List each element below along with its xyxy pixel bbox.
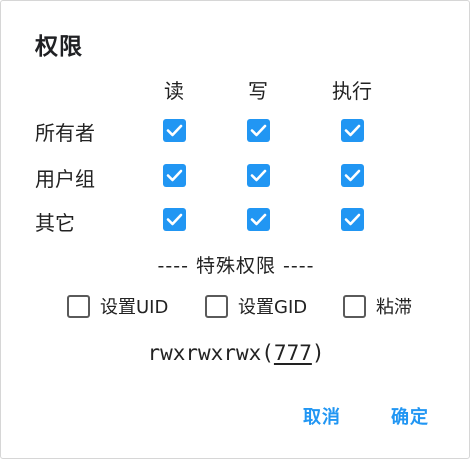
- owner-execute-checkbox[interactable]: [341, 119, 364, 142]
- owner-read-checkbox[interactable]: [163, 119, 186, 142]
- check-icon: [344, 169, 361, 182]
- setgid-label: 设置GID: [238, 297, 308, 318]
- check-icon: [166, 169, 183, 182]
- row-label-owner: 所有者: [35, 121, 95, 145]
- owner-write-checkbox[interactable]: [247, 119, 270, 142]
- row-label-others: 其它: [35, 211, 75, 235]
- setuid-option[interactable]: 设置UID: [67, 293, 168, 319]
- confirm-button[interactable]: 确定: [391, 403, 429, 429]
- others-write-checkbox[interactable]: [247, 208, 270, 231]
- group-write-checkbox[interactable]: [247, 164, 270, 187]
- sticky-option[interactable]: 粘滞: [343, 293, 412, 319]
- check-icon: [250, 169, 267, 182]
- group-execute-checkbox[interactable]: [341, 164, 364, 187]
- others-read-checkbox[interactable]: [163, 208, 186, 231]
- mode-string: rwxrwxrwx: [147, 341, 262, 365]
- column-header-execute: 执行: [332, 79, 372, 103]
- check-icon: [250, 124, 267, 137]
- dialog-title: 权限: [35, 34, 83, 60]
- group-read-checkbox[interactable]: [163, 164, 186, 187]
- check-icon: [250, 213, 267, 226]
- open-paren: (: [261, 341, 274, 365]
- column-header-write: 写: [248, 79, 268, 103]
- setgid-checkbox[interactable]: [205, 294, 228, 318]
- close-paren: ): [311, 341, 325, 365]
- setuid-checkbox[interactable]: [67, 294, 90, 318]
- sticky-label: 粘滞: [376, 297, 412, 318]
- column-header-read: 读: [164, 79, 184, 103]
- check-icon: [344, 124, 361, 137]
- row-label-group: 用户组: [35, 167, 95, 191]
- setuid-label: 设置UID: [100, 297, 169, 318]
- check-icon: [166, 213, 183, 226]
- check-icon: [166, 124, 183, 137]
- check-icon: [344, 213, 361, 226]
- permission-mode-display: rwxrwxrwx(777): [1, 341, 470, 365]
- permissions-dialog: 权限 读 写 执行 所有者 用户组 其它 ---- 特殊权限 ---- 设置UI…: [0, 0, 470, 459]
- octal-mode: 777: [273, 341, 312, 365]
- special-permissions-header: ---- 特殊权限 ----: [157, 255, 315, 277]
- setgid-option[interactable]: 设置GID: [205, 293, 307, 319]
- sticky-checkbox[interactable]: [343, 294, 366, 318]
- others-execute-checkbox[interactable]: [341, 208, 364, 231]
- cancel-button[interactable]: 取消: [303, 403, 341, 429]
